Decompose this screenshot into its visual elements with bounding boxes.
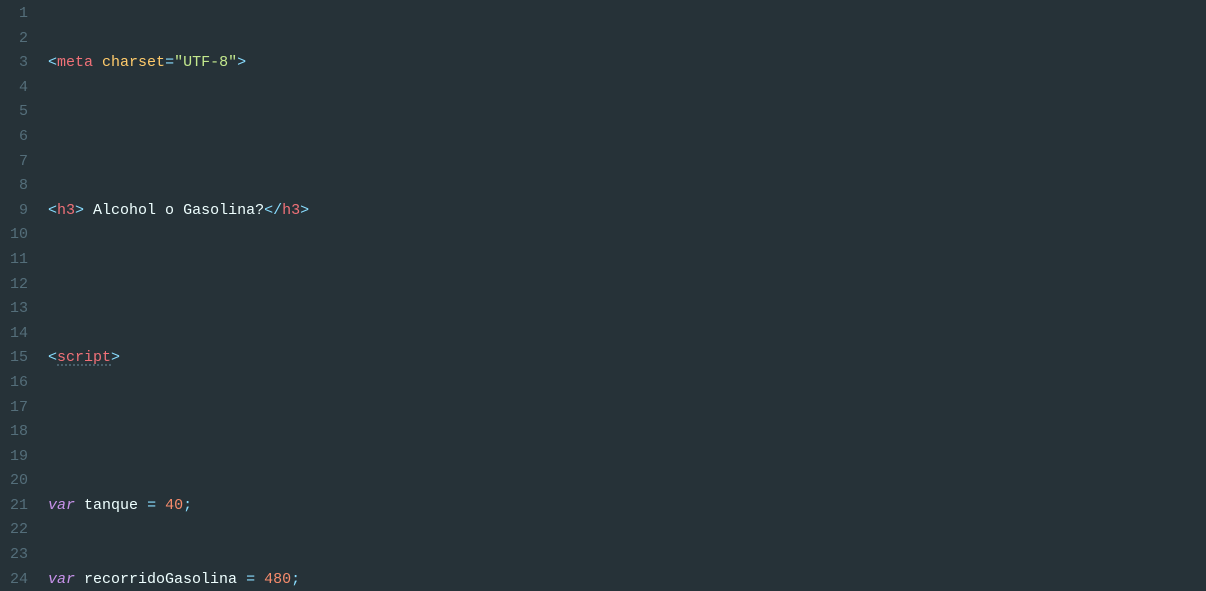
line-number: 13 bbox=[0, 297, 28, 322]
line-number: 3 bbox=[0, 51, 28, 76]
line-number: 5 bbox=[0, 100, 28, 125]
line-number: 18 bbox=[0, 420, 28, 445]
line-number: 23 bbox=[0, 543, 28, 568]
line-number: 7 bbox=[0, 150, 28, 175]
line-number: 19 bbox=[0, 445, 28, 470]
code-area[interactable]: <meta charset="UTF-8"> <h3> Alcohol o Ga… bbox=[38, 0, 1206, 591]
line-number: 11 bbox=[0, 248, 28, 273]
line-number: 21 bbox=[0, 494, 28, 519]
line-number: 1 bbox=[0, 2, 28, 27]
line-number: 9 bbox=[0, 199, 28, 224]
line-number: 12 bbox=[0, 273, 28, 298]
line-number: 10 bbox=[0, 223, 28, 248]
line-number: 8 bbox=[0, 174, 28, 199]
line-number: 24 bbox=[0, 568, 28, 591]
line-number: 15 bbox=[0, 346, 28, 371]
code-editor[interactable]: 1 2 3 4 5 6 7 8 9 10 11 12 13 14 15 16 1… bbox=[0, 0, 1206, 591]
line-number: 2 bbox=[0, 27, 28, 52]
line-number: 4 bbox=[0, 76, 28, 101]
line-number: 17 bbox=[0, 396, 28, 421]
line-number-gutter: 1 2 3 4 5 6 7 8 9 10 11 12 13 14 15 16 1… bbox=[0, 0, 38, 591]
code-line[interactable]: <script> bbox=[48, 346, 1206, 371]
line-number: 16 bbox=[0, 371, 28, 396]
line-number: 6 bbox=[0, 125, 28, 150]
code-line[interactable]: var tanque = 40; bbox=[48, 494, 1206, 519]
line-number: 22 bbox=[0, 518, 28, 543]
code-line[interactable] bbox=[48, 273, 1206, 298]
code-line[interactable]: <meta charset="UTF-8"> bbox=[48, 51, 1206, 76]
line-number: 20 bbox=[0, 469, 28, 494]
code-line[interactable]: var recorridoGasolina = 480; bbox=[48, 568, 1206, 591]
code-line[interactable] bbox=[48, 125, 1206, 150]
code-line[interactable] bbox=[48, 420, 1206, 445]
line-number: 14 bbox=[0, 322, 28, 347]
code-line[interactable]: <h3> Alcohol o Gasolina?</h3> bbox=[48, 199, 1206, 224]
